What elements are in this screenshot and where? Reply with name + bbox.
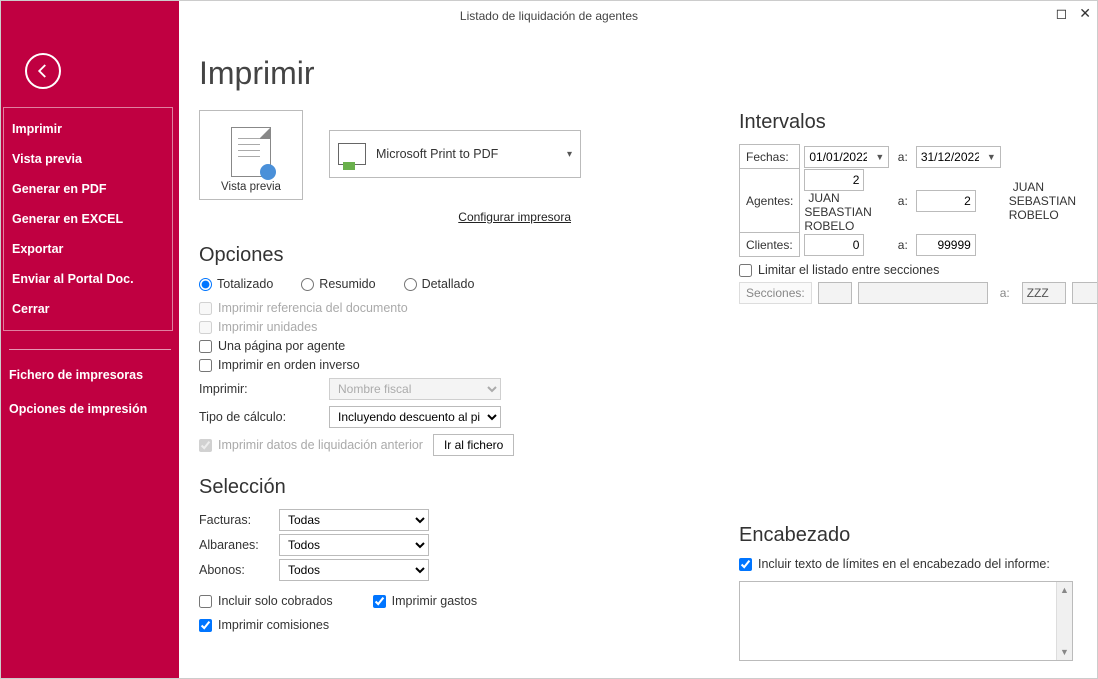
printer-name: Microsoft Print to PDF (376, 147, 567, 161)
fechas-label: Fechas: (740, 145, 800, 169)
ir-al-fichero-button[interactable]: Ir al fichero (433, 434, 514, 456)
seccion-from-name (858, 282, 988, 304)
check-solo-cobrados[interactable]: Incluir solo cobrados (199, 594, 333, 608)
chevron-down-icon: ▾ (567, 149, 572, 160)
radio-resumido[interactable]: Resumido (301, 277, 375, 291)
abonos-select[interactable]: Todos (279, 559, 429, 581)
agentes-label: Agentes: (740, 169, 800, 233)
scroll-up-icon[interactable]: ▲ (1057, 582, 1072, 598)
radio-totalizado[interactable]: Totalizado (199, 277, 273, 291)
imprimir-label: Imprimir: (199, 382, 319, 396)
secciones-label: Secciones: (739, 282, 812, 304)
sidebar-item-enviar-portal[interactable]: Enviar al Portal Doc. (4, 264, 172, 294)
main-content: Imprimir Vista previa Microsoft Print to… (179, 31, 1097, 678)
albaranes-label: Albaranes: (199, 538, 279, 552)
sidebar-item-imprimir[interactable]: Imprimir (4, 114, 172, 144)
sidebar-item-generar-pdf[interactable]: Generar en PDF (4, 174, 172, 204)
agente-from-name: JUAN SEBASTIAN ROBELO (804, 191, 871, 233)
vista-previa-button[interactable]: Vista previa (199, 110, 303, 200)
seccion-to-name (1072, 282, 1097, 304)
abonos-label: Abonos: (199, 563, 279, 577)
agente-from-input[interactable] (804, 169, 864, 191)
sidebar-item-opciones-impresion[interactable]: Opciones de impresión (1, 392, 179, 426)
check-imprimir-gastos[interactable]: Imprimir gastos (373, 594, 477, 608)
sidebar-separator (9, 349, 171, 350)
sidebar-item-generar-excel[interactable]: Generar en EXCEL (4, 204, 172, 234)
agente-to-name: JUAN SEBASTIAN ROBELO (1009, 180, 1076, 222)
cliente-to-input[interactable] (916, 234, 976, 256)
agente-to-input[interactable] (916, 190, 976, 212)
window-title: Listado de liquidación de agentes (460, 9, 638, 23)
sidebar-item-fichero-impresoras[interactable]: Fichero de impresoras (1, 358, 179, 392)
scrollbar[interactable]: ▲ ▼ (1056, 582, 1072, 660)
printer-selector[interactable]: Microsoft Print to PDF ▾ (329, 130, 581, 178)
encabezado-heading: Encabezado (739, 524, 1073, 547)
cliente-from-input[interactable] (804, 234, 864, 256)
sidebar-primary-group: Imprimir Vista previa Generar en PDF Gen… (3, 107, 173, 331)
vista-previa-label: Vista previa (221, 181, 281, 193)
fecha-to-input[interactable]: ▼ (916, 146, 1001, 168)
seccion-from-code (818, 282, 852, 304)
arrow-left-icon (34, 62, 52, 80)
document-preview-icon (231, 127, 271, 177)
check-incluir-encabezado[interactable]: Incluir texto de límites en el encabezad… (739, 557, 1073, 571)
fecha-from-input[interactable]: ▼ (804, 146, 889, 168)
back-button[interactable] (25, 53, 61, 89)
scroll-down-icon[interactable]: ▼ (1057, 644, 1072, 660)
interval-table: Fechas: ▼ a: ▼ Agentes: JUAN SEBASTIAN R… (739, 144, 1081, 257)
sidebar-item-cerrar[interactable]: Cerrar (4, 294, 172, 324)
page-title: Imprimir (199, 55, 1073, 92)
seccion-to-code (1022, 282, 1066, 304)
check-limitar-secciones[interactable]: Limitar el listado entre secciones (739, 263, 1073, 277)
sidebar-item-exportar[interactable]: Exportar (4, 234, 172, 264)
close-icon[interactable]: ✕ (1079, 5, 1091, 22)
albaranes-select[interactable]: Todos (279, 534, 429, 556)
sidebar: Imprimir Vista previa Generar en PDF Gen… (1, 1, 179, 678)
encabezado-textarea[interactable]: ▲ ▼ (739, 581, 1073, 661)
tipo-calculo-select[interactable]: Incluyendo descuento al pie (329, 406, 501, 428)
facturas-select[interactable]: Todas (279, 509, 429, 531)
facturas-label: Facturas: (199, 513, 279, 527)
printer-icon (338, 143, 366, 165)
maximize-icon[interactable]: ◻ (1056, 5, 1068, 22)
radio-detallado[interactable]: Detallado (404, 277, 475, 291)
clientes-label: Clientes: (740, 233, 800, 257)
intervalos-heading: Intervalos (739, 111, 1073, 134)
configure-printer-link[interactable]: Configurar impresora (199, 210, 571, 224)
a-label: a: (894, 145, 912, 169)
tipo-calculo-label: Tipo de cálculo: (199, 410, 319, 424)
sidebar-item-vista-previa[interactable]: Vista previa (4, 144, 172, 174)
chevron-down-icon[interactable]: ▼ (871, 152, 888, 162)
chevron-down-icon[interactable]: ▼ (983, 152, 1000, 162)
check-datos-liquidacion: Imprimir datos de liquidación anterior (199, 438, 423, 452)
imprimir-select: Nombre fiscal (329, 378, 501, 400)
